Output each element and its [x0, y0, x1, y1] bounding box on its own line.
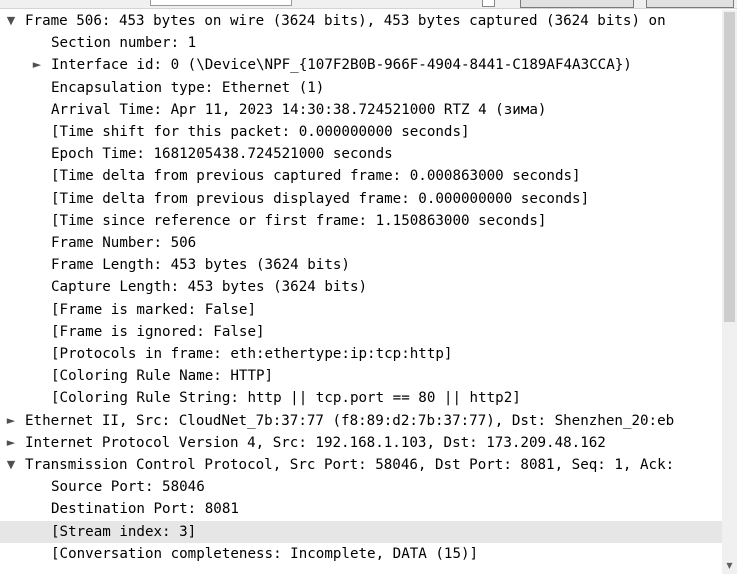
tree-row-text: Capture Length: 453 bytes (3624 bits) [51, 279, 368, 295]
tree-row-text: [Stream index: 3] [51, 524, 197, 540]
tree-field-row[interactable]: [Time shift for this packet: 0.000000000… [0, 121, 722, 143]
tree-section-row[interactable]: ► Ethernet II, Src: CloudNet_7b:37:77 (f8… [0, 410, 722, 432]
tree-section-row[interactable]: ▼ Frame 506: 453 bytes on wire (3624 bits… [0, 10, 722, 32]
tree-section-row[interactable]: ► Internet Protocol Version 4, Src: 192.1… [0, 432, 722, 454]
vertical-scrollbar[interactable]: ▼ [722, 10, 737, 574]
tree-field-row[interactable]: ► Interface id: 0 (\Device\NPF_{107F2B0B-… [0, 54, 722, 76]
tree-row-text: [Time since reference or first frame: 1.… [51, 213, 547, 229]
tree-row-text: Encapsulation type: Ethernet (1) [51, 80, 325, 96]
chevron-right-icon[interactable]: ► [30, 54, 44, 76]
tree-field-row[interactable]: [Frame is marked: False] [0, 299, 722, 321]
tree-field-row[interactable]: Source Port: 58046 [0, 476, 722, 498]
scroll-down-arrow-icon[interactable]: ▼ [722, 560, 737, 572]
tree-row-text: Destination Port: 8081 [51, 501, 239, 517]
tree-row-text: Epoch Time: 1681205438.724521000 seconds [51, 146, 393, 162]
tree-row-text: Ethernet II, Src: CloudNet_7b:37:77 (f8:… [25, 413, 675, 429]
filter-toolbar-strip [0, 0, 737, 9]
tree-row-text: Frame Length: 453 bytes (3624 bits) [51, 257, 350, 273]
chevron-right-icon[interactable]: ► [4, 432, 18, 454]
tree-row-text: [Coloring Rule String: http || tcp.port … [51, 390, 521, 406]
tree-row-text: [Frame is marked: False] [51, 302, 256, 318]
tree-field-row[interactable]: Frame Length: 453 bytes (3624 bits) [0, 254, 722, 276]
tree-row-text: [Frame is ignored: False] [51, 324, 265, 340]
chevron-down-icon[interactable]: ▼ [4, 454, 18, 476]
tree-row-text: Source Port: 58046 [51, 479, 205, 495]
tree-row-text: Section number: 1 [51, 35, 197, 51]
tree-field-row[interactable]: [Frame is ignored: False] [0, 321, 722, 343]
tree-field-row[interactable]: Arrival Time: Apr 11, 2023 14:30:38.7245… [0, 99, 722, 121]
tree-field-row[interactable]: [Coloring Rule Name: HTTP] [0, 365, 722, 387]
tree-section-row[interactable]: ▼ Transmission Control Protocol, Src Port… [0, 454, 722, 476]
tree-field-row[interactable]: Section number: 1 [0, 32, 722, 54]
tree-field-row[interactable]: [Stream index: 3] [0, 521, 722, 543]
chevron-right-icon[interactable]: ► [4, 410, 18, 432]
tree-field-row[interactable]: Encapsulation type: Ethernet (1) [0, 77, 722, 99]
tree-row-text: [Time shift for this packet: 0.000000000… [51, 124, 470, 140]
tree-row-text: [Time delta from previous captured frame… [51, 168, 581, 184]
toolbar-checkbox[interactable] [482, 0, 495, 7]
tree-field-row[interactable]: [Protocols in frame: eth:ethertype:ip:tc… [0, 343, 722, 365]
tree-row-text: Frame Number: 506 [51, 235, 197, 251]
tree-field-row[interactable]: [Time delta from previous displayed fram… [0, 188, 722, 210]
tree-row-text: [Coloring Rule Name: HTTP] [51, 368, 274, 384]
toolbar-ok-button[interactable] [520, 0, 634, 8]
tree-field-row[interactable]: [Coloring Rule String: http || tcp.port … [0, 387, 722, 409]
toolbar-cancel-button[interactable] [646, 0, 734, 8]
tree-field-row[interactable]: Destination Port: 8081 [0, 498, 722, 520]
tree-row-text: Frame 506: 453 bytes on wire (3624 bits)… [25, 13, 666, 29]
tree-row-text: Internet Protocol Version 4, Src: 192.16… [25, 435, 606, 451]
tree-row-text: Interface id: 0 (\Device\NPF_{107F2B0B-9… [51, 57, 632, 73]
tree-row-text: [Time delta from previous displayed fram… [51, 191, 590, 207]
packet-details-tree[interactable]: ▼ Frame 506: 453 bytes on wire (3624 bits… [0, 10, 722, 574]
tree-row-text: [Protocols in frame: eth:ethertype:ip:tc… [51, 346, 453, 362]
tree-row-text: Transmission Control Protocol, Src Port:… [25, 457, 675, 473]
tree-row-text: [Conversation completeness: Incomplete, … [51, 546, 479, 562]
scrollbar-thumb[interactable] [724, 12, 735, 322]
chevron-down-icon[interactable]: ▼ [4, 10, 18, 32]
tree-row-text: Arrival Time: Apr 11, 2023 14:30:38.7245… [51, 102, 547, 118]
tree-field-row[interactable]: [Conversation completeness: Incomplete, … [0, 543, 722, 565]
tree-field-row[interactable]: Frame Number: 506 [0, 232, 722, 254]
tree-field-row[interactable]: Capture Length: 453 bytes (3624 bits) [0, 276, 722, 298]
tree-field-row[interactable]: [Time since reference or first frame: 1.… [0, 210, 722, 232]
toolbar-input[interactable] [150, 0, 292, 6]
tree-field-row[interactable]: [Time delta from previous captured frame… [0, 165, 722, 187]
tree-field-row[interactable]: Epoch Time: 1681205438.724521000 seconds [0, 143, 722, 165]
